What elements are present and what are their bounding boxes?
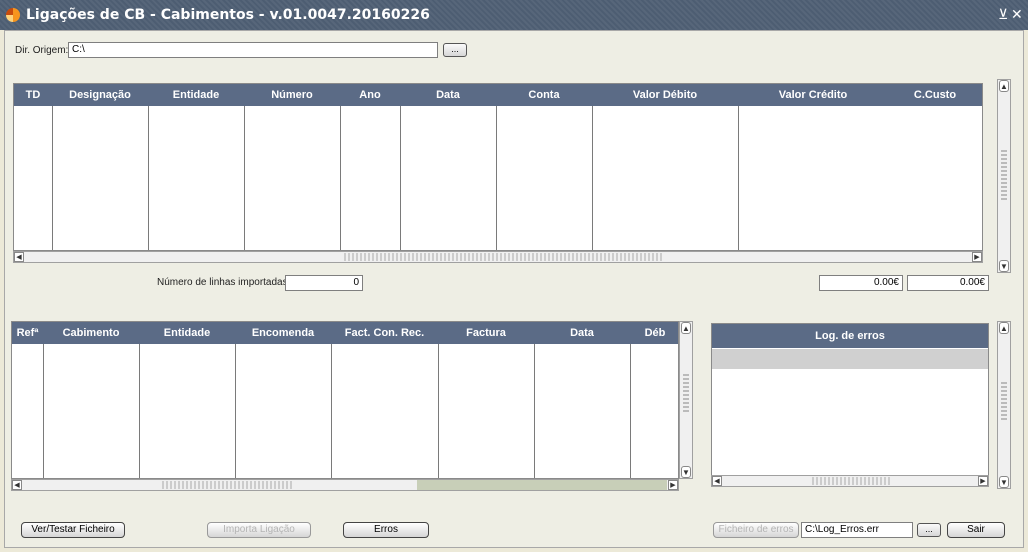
col-ccusto[interactable]: C.Custo: [888, 84, 982, 106]
col-data[interactable]: Data: [400, 84, 496, 106]
col-ano[interactable]: Ano: [340, 84, 400, 106]
error-log-selected-row[interactable]: [712, 349, 988, 369]
col-td[interactable]: TD: [14, 84, 52, 106]
scroll-down-icon[interactable]: ▼: [681, 466, 691, 478]
col-numero[interactable]: Número: [244, 84, 340, 106]
scroll-up-icon[interactable]: ▲: [999, 80, 1009, 92]
erros-button[interactable]: Erros: [343, 522, 429, 538]
importa-ligacao-button[interactable]: Importa Ligação: [207, 522, 311, 538]
col-entidade[interactable]: Entidade: [139, 322, 235, 344]
scroll-right-icon[interactable]: ▶: [972, 252, 982, 262]
ficheiro-de-erros-button[interactable]: Ficheiro de erros: [713, 522, 799, 538]
total-debit-field: 0.00€: [819, 275, 903, 291]
col-factura[interactable]: Factura: [438, 322, 534, 344]
client-area: Dir. Origem: C:\ ... TD Designação Entid…: [4, 30, 1024, 548]
total-credit-field: 0.00€: [907, 275, 989, 291]
window-title: Ligações de CB - Cabimentos - v.01.0047.…: [26, 7, 430, 23]
minimize-icon[interactable]: ⊻: [998, 7, 1008, 23]
col-ref[interactable]: Refª: [12, 322, 43, 344]
error-log-list[interactable]: Log. de erros: [711, 323, 989, 479]
imported-lines-value: 0: [285, 275, 363, 291]
cabimentos-grid[interactable]: Refª Cabimento Entidade Encomenda Fact. …: [11, 321, 679, 479]
close-icon[interactable]: ✕: [1011, 7, 1023, 23]
origin-label: Dir. Origem:: [15, 45, 69, 56]
imported-lines-label: Número de linhas importadas:: [157, 277, 291, 288]
col-valor-debito[interactable]: Valor Débito: [592, 84, 738, 106]
records-grid[interactable]: TD Designação Entidade Número Ano Data C…: [13, 83, 983, 251]
col-encomenda[interactable]: Encomenda: [235, 322, 331, 344]
app-logo-icon: [6, 8, 20, 22]
col-conta[interactable]: Conta: [496, 84, 592, 106]
records-hscrollbar[interactable]: ◀ ▶: [13, 251, 983, 263]
ver-testar-ficheiro-button[interactable]: Ver/Testar Ficheiro: [21, 522, 125, 538]
records-hscroll-thumb[interactable]: [344, 253, 664, 261]
sair-button[interactable]: Sair: [947, 522, 1005, 538]
scroll-left-icon[interactable]: ◀: [712, 476, 722, 486]
origin-input[interactable]: C:\: [68, 42, 438, 58]
records-vscroll-thumb[interactable]: [1001, 150, 1007, 200]
col-fact-con-rec[interactable]: Fact. Con. Rec.: [331, 322, 438, 344]
error-file-browse-button[interactable]: ...: [917, 523, 941, 537]
error-log-hscroll-thumb[interactable]: [812, 477, 892, 485]
error-file-input[interactable]: C:\Log_Erros.err: [801, 522, 913, 538]
scroll-up-icon[interactable]: ▲: [681, 322, 691, 334]
title-bar: Ligações de CB - Cabimentos - v.01.0047.…: [0, 0, 1028, 30]
col-entidade[interactable]: Entidade: [148, 84, 244, 106]
col-debito[interactable]: Déb: [630, 322, 678, 344]
scroll-down-icon[interactable]: ▼: [999, 260, 1009, 272]
scroll-right-icon[interactable]: ▶: [668, 480, 678, 490]
origin-browse-button[interactable]: ...: [443, 43, 467, 57]
error-log-header: Log. de erros: [712, 324, 988, 348]
scroll-down-icon[interactable]: ▼: [999, 476, 1009, 488]
cabimentos-vscrollbar[interactable]: ▲ ▼: [679, 321, 693, 479]
cabimentos-hscrollbar[interactable]: ◀ ▶: [11, 479, 679, 491]
error-log-vscrollbar[interactable]: ▲ ▼: [997, 321, 1011, 489]
col-designacao[interactable]: Designação: [52, 84, 148, 106]
col-valor-credito[interactable]: Valor Crédito: [738, 84, 888, 106]
scroll-up-icon[interactable]: ▲: [999, 322, 1009, 334]
scroll-right-icon[interactable]: ▶: [978, 476, 988, 486]
error-log-vscroll-thumb[interactable]: [1001, 380, 1007, 420]
cabimentos-vscroll-thumb[interactable]: [683, 372, 689, 412]
records-vscrollbar[interactable]: ▲ ▼: [997, 79, 1011, 273]
col-data[interactable]: Data: [534, 322, 630, 344]
scroll-left-icon[interactable]: ◀: [12, 480, 22, 490]
cabimentos-hscroll-track[interactable]: [417, 480, 667, 490]
col-cabimento[interactable]: Cabimento: [43, 322, 139, 344]
error-log-hscrollbar[interactable]: ◀ ▶: [711, 475, 989, 487]
scroll-left-icon[interactable]: ◀: [14, 252, 24, 262]
cabimentos-hscroll-thumb[interactable]: [162, 481, 292, 489]
